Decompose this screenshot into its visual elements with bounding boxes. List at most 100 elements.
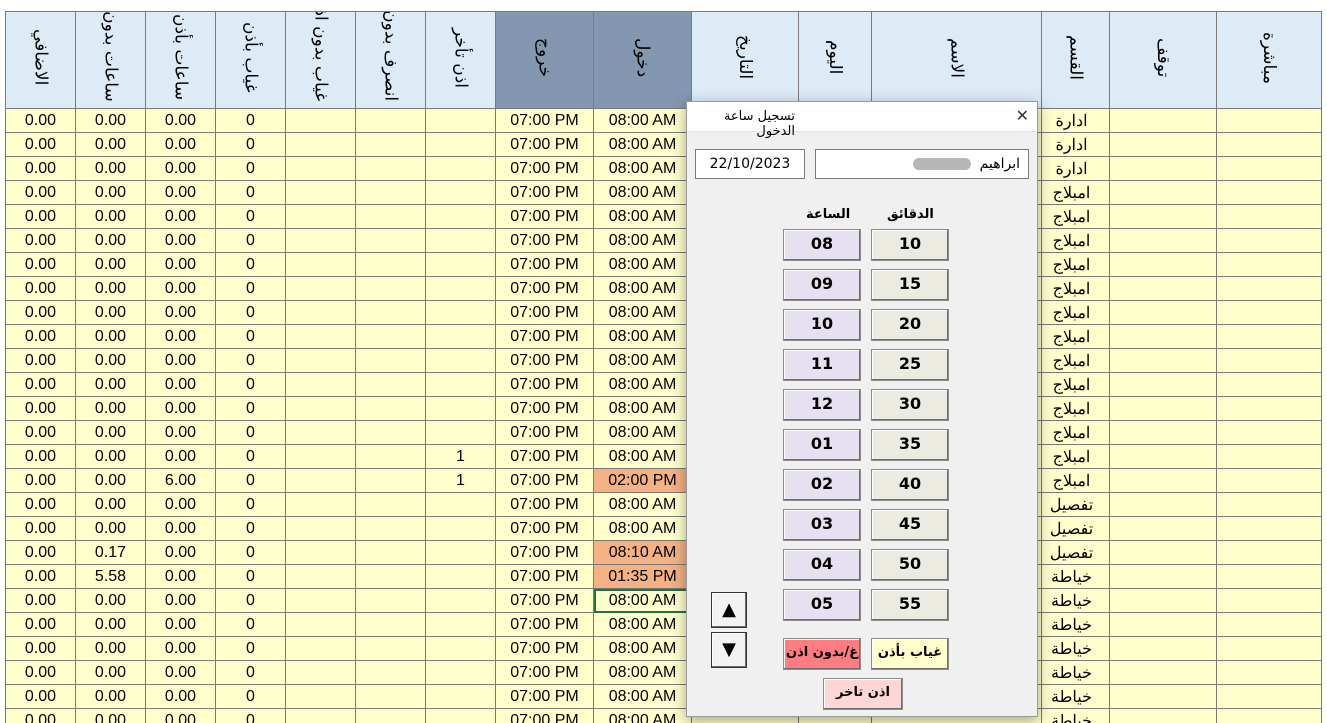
hours-with-permission-cell[interactable]: 0.00 xyxy=(145,396,216,421)
minute-button[interactable]: 10 xyxy=(871,229,949,261)
entry-time-cell[interactable]: 08:00 AM xyxy=(593,132,692,157)
late-permission-cell[interactable]: 1 xyxy=(425,444,496,469)
absence-with-permission-cell[interactable]: 0 xyxy=(215,132,286,157)
exit-time-cell[interactable]: 07:00 PM xyxy=(495,204,594,229)
absence-with-permission-cell[interactable]: 0 xyxy=(215,204,286,229)
left-no-permission-cell[interactable] xyxy=(355,324,426,349)
hour-button[interactable]: 12 xyxy=(783,389,861,421)
entry-time-cell[interactable]: 08:00 AM xyxy=(593,660,692,685)
left-no-permission-cell[interactable] xyxy=(355,516,426,541)
absence-with-permission-cell[interactable]: 0 xyxy=(215,540,286,565)
hours-no-permission-cell[interactable]: 0.00 xyxy=(75,468,146,493)
department-cell[interactable]: تفصيل xyxy=(1041,492,1110,517)
exit-time-cell[interactable]: 07:00 PM xyxy=(495,156,594,181)
start-cell[interactable] xyxy=(1216,588,1322,613)
stop-cell[interactable] xyxy=(1109,324,1217,349)
stop-cell[interactable] xyxy=(1109,132,1217,157)
minute-button[interactable]: 55 xyxy=(871,589,949,621)
overtime-cell[interactable]: 0.00 xyxy=(5,108,76,133)
start-cell[interactable] xyxy=(1216,372,1322,397)
left-no-permission-cell[interactable] xyxy=(355,300,426,325)
stop-cell[interactable] xyxy=(1109,684,1217,709)
hours-no-permission-cell[interactable]: 0.00 xyxy=(75,372,146,397)
left-no-permission-cell[interactable] xyxy=(355,684,426,709)
absence-with-permission-cell[interactable]: 0 xyxy=(215,396,286,421)
absence-no-permission-cell[interactable] xyxy=(285,372,356,397)
left-no-permission-cell[interactable] xyxy=(355,420,426,445)
absence-with-permission-cell[interactable]: 0 xyxy=(215,468,286,493)
start-cell[interactable] xyxy=(1216,156,1322,181)
start-cell[interactable] xyxy=(1216,252,1322,277)
hours-no-permission-cell[interactable]: 0.00 xyxy=(75,108,146,133)
late-permission-cell[interactable] xyxy=(425,324,496,349)
left-no-permission-cell[interactable] xyxy=(355,372,426,397)
late-permission-cell[interactable] xyxy=(425,564,496,589)
start-cell[interactable] xyxy=(1216,684,1322,709)
overtime-cell[interactable]: 0.00 xyxy=(5,564,76,589)
entry-time-cell[interactable]: 08:00 AM xyxy=(593,492,692,517)
absence-no-permission-cell[interactable] xyxy=(285,132,356,157)
left-no-permission-cell[interactable] xyxy=(355,156,426,181)
hours-no-permission-cell[interactable]: 0.00 xyxy=(75,180,146,205)
start-cell[interactable] xyxy=(1216,444,1322,469)
hour-button[interactable]: 10 xyxy=(783,309,861,341)
department-cell[interactable]: ادارة xyxy=(1041,132,1110,157)
department-cell[interactable]: امبلاج xyxy=(1041,204,1110,229)
hours-no-permission-cell[interactable]: 0.00 xyxy=(75,684,146,709)
column-header[interactable]: الاضافي xyxy=(5,11,76,109)
department-cell[interactable]: خياطة xyxy=(1041,564,1110,589)
department-cell[interactable]: امبلاج xyxy=(1041,276,1110,301)
absence-with-permission-cell[interactable]: 0 xyxy=(215,108,286,133)
department-cell[interactable]: امبلاج xyxy=(1041,420,1110,445)
late-permission-cell[interactable] xyxy=(425,156,496,181)
entry-time-cell[interactable]: 08:00 AM xyxy=(593,516,692,541)
late-permission-cell[interactable] xyxy=(425,348,496,373)
stop-cell[interactable] xyxy=(1109,252,1217,277)
late-permission-cell[interactable] xyxy=(425,300,496,325)
start-cell[interactable] xyxy=(1216,468,1322,493)
hours-with-permission-cell[interactable]: 0.00 xyxy=(145,636,216,661)
entry-time-cell[interactable]: 02:00 PM xyxy=(593,468,692,493)
start-cell[interactable] xyxy=(1216,708,1322,723)
absence-with-permission-cell[interactable]: 0 xyxy=(215,228,286,253)
stop-cell[interactable] xyxy=(1109,228,1217,253)
entry-time-cell[interactable]: 08:00 AM xyxy=(593,396,692,421)
entry-time-cell[interactable]: 08:00 AM xyxy=(593,324,692,349)
department-cell[interactable]: امبلاج xyxy=(1041,180,1110,205)
exit-time-cell[interactable]: 07:00 PM xyxy=(495,324,594,349)
hours-no-permission-cell[interactable]: 0.00 xyxy=(75,324,146,349)
start-cell[interactable] xyxy=(1216,516,1322,541)
department-cell[interactable]: ادارة xyxy=(1041,156,1110,181)
left-no-permission-cell[interactable] xyxy=(355,276,426,301)
overtime-cell[interactable]: 0.00 xyxy=(5,204,76,229)
absence-no-permission-cell[interactable] xyxy=(285,396,356,421)
absence-no-permission-cell[interactable] xyxy=(285,108,356,133)
overtime-cell[interactable]: 0.00 xyxy=(5,492,76,517)
exit-time-cell[interactable]: 07:00 PM xyxy=(495,396,594,421)
absence-no-permission-cell[interactable] xyxy=(285,612,356,637)
column-header[interactable]: الاسم xyxy=(871,11,1042,109)
stop-cell[interactable] xyxy=(1109,708,1217,723)
start-cell[interactable] xyxy=(1216,348,1322,373)
entry-time-cell[interactable]: 08:00 AM xyxy=(593,180,692,205)
column-header[interactable]: التاريخ xyxy=(691,11,799,109)
hours-with-permission-cell[interactable]: 0.00 xyxy=(145,372,216,397)
exit-time-cell[interactable]: 07:00 PM xyxy=(495,420,594,445)
left-no-permission-cell[interactable] xyxy=(355,348,426,373)
overtime-cell[interactable]: 0.00 xyxy=(5,540,76,565)
hour-button[interactable]: 11 xyxy=(783,349,861,381)
start-cell[interactable] xyxy=(1216,492,1322,517)
late-permission-cell[interactable] xyxy=(425,252,496,277)
hours-with-permission-cell[interactable]: 0.00 xyxy=(145,324,216,349)
department-cell[interactable]: تفصيل xyxy=(1041,540,1110,565)
stop-cell[interactable] xyxy=(1109,564,1217,589)
left-no-permission-cell[interactable] xyxy=(355,660,426,685)
absence-no-permission-cell[interactable] xyxy=(285,468,356,493)
hours-with-permission-cell[interactable]: 0.00 xyxy=(145,252,216,277)
stop-cell[interactable] xyxy=(1109,516,1217,541)
hours-no-permission-cell[interactable]: 0.00 xyxy=(75,612,146,637)
exit-time-cell[interactable]: 07:00 PM xyxy=(495,708,594,723)
left-no-permission-cell[interactable] xyxy=(355,708,426,723)
department-cell[interactable]: امبلاج xyxy=(1041,324,1110,349)
late-permission-cell[interactable] xyxy=(425,396,496,421)
